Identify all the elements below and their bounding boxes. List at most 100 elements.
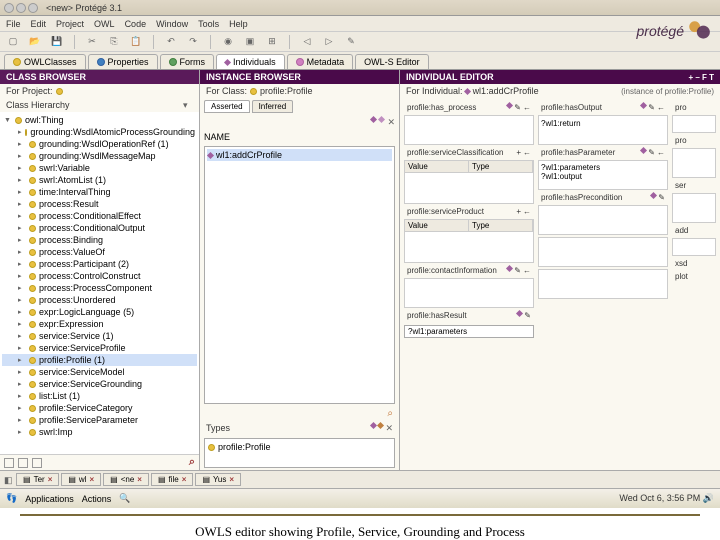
workspace-tab[interactable]: ▤file×	[151, 473, 193, 486]
copy-icon[interactable]: ⎘	[107, 35, 121, 49]
add-icon[interactable]	[640, 147, 647, 154]
search-icon[interactable]: ⌕	[387, 408, 393, 419]
workspace-tab[interactable]: ▤wl×	[61, 473, 101, 486]
type-item[interactable]: profile:Profile	[207, 441, 392, 453]
search-icon[interactable]: ⌕	[189, 456, 195, 469]
tab-asserted[interactable]: Asserted	[204, 100, 250, 113]
foot-icon[interactable]: 👣	[6, 493, 17, 504]
edit-icon[interactable]: ✎	[524, 311, 531, 320]
tool-icon[interactable]: ✎	[344, 35, 358, 49]
type-icon[interactable]	[377, 422, 384, 429]
tree-item[interactable]: ▸expr:LogicLanguage (5)	[2, 306, 197, 318]
tree-item[interactable]: ▸process:Participant (2)	[2, 258, 197, 270]
hierarchy-tool-icon[interactable]: ▾	[183, 100, 193, 110]
field-body[interactable]: ValueType	[404, 160, 534, 204]
undo-icon[interactable]: ↶	[164, 35, 178, 49]
tree-item[interactable]: ▸expr:Expression	[2, 318, 197, 330]
tree-item[interactable]: ▸grounding:WsdlOperationRef (1)	[2, 138, 197, 150]
tree-item[interactable]: ▸process:ConditionalOutput	[2, 222, 197, 234]
field-body[interactable]: ?wl1:return	[538, 115, 668, 145]
app-icon[interactable]: ◧	[4, 475, 14, 485]
workspace-tab[interactable]: ▤<ne×	[103, 473, 149, 486]
edit-icon[interactable]: ✎	[648, 148, 655, 157]
tree-item[interactable]: ▸service:ServiceModel	[2, 366, 197, 378]
window-control-icon[interactable]	[28, 3, 38, 13]
workspace-tab[interactable]: ▤Yus×	[195, 473, 241, 486]
tool-icon[interactable]	[18, 458, 28, 468]
workspace-tab[interactable]: ▤Ter×	[16, 473, 59, 486]
add-icon[interactable]	[506, 265, 513, 272]
tree-item[interactable]: ▸process:ControlConstruct	[2, 270, 197, 282]
tree-item[interactable]: ▸profile:Profile (1)	[2, 354, 197, 366]
add-icon[interactable]	[506, 102, 513, 109]
field-body[interactable]: ?wl1:parameters ?wl1:output	[538, 160, 668, 190]
tree-item[interactable]: ▸swrl:Variable	[2, 162, 197, 174]
tree-item[interactable]: ▸swrl:AtomList (1)	[2, 174, 197, 186]
taskbar-search-icon[interactable]: 🔍	[119, 493, 130, 504]
tab-forms[interactable]: Forms	[160, 54, 215, 69]
remove-icon[interactable]: ←	[657, 148, 665, 157]
remove-type-icon[interactable]: ✕	[385, 423, 393, 434]
taskbar-applications[interactable]: Applications	[25, 494, 74, 504]
edit-icon[interactable]: ✎	[514, 266, 521, 275]
tree-item[interactable]: ▸list:List (1)	[2, 390, 197, 402]
field-body[interactable]	[538, 237, 668, 267]
redo-icon[interactable]: ↷	[186, 35, 200, 49]
remove-icon[interactable]: ←	[523, 266, 531, 275]
tab-owlclasses[interactable]: OWLClasses	[4, 54, 86, 69]
forward-icon[interactable]: ▷	[322, 35, 336, 49]
add-icon[interactable]	[650, 192, 657, 199]
edit-icon[interactable]: ✎	[658, 193, 665, 202]
field-body[interactable]	[672, 115, 716, 133]
tree-item[interactable]: ▸process:ConditionalEffect	[2, 210, 197, 222]
add-icon[interactable]	[516, 310, 523, 317]
delete-instance-icon[interactable]: ✕	[387, 117, 395, 128]
field-body[interactable]	[672, 148, 716, 178]
tree-item[interactable]: ▸profile:ServiceCategory	[2, 402, 197, 414]
field-body[interactable]: ValueType	[404, 219, 534, 263]
field-body[interactable]	[672, 238, 716, 256]
tab-metadata[interactable]: Metadata	[287, 54, 354, 69]
add-icon[interactable]	[640, 102, 647, 109]
class-tree[interactable]: ▼ owl:Thing ▸grounding:WsdlAtomicProcess…	[0, 112, 199, 454]
field-body[interactable]	[404, 278, 534, 308]
window-control-icon[interactable]	[4, 3, 14, 13]
tree-item[interactable]: ▸process:Binding	[2, 234, 197, 246]
remove-icon[interactable]: ←	[657, 103, 665, 112]
tree-item[interactable]: ▸swrl:Imp	[2, 426, 197, 438]
tool-icon[interactable]: ◉	[221, 35, 235, 49]
add-icon[interactable]: +	[516, 207, 521, 216]
add-icon[interactable]: +	[516, 148, 521, 157]
types-list[interactable]: profile:Profile	[204, 438, 395, 468]
tab-owlseditor[interactable]: OWL-S Editor	[355, 54, 429, 69]
tree-item[interactable]: ▸grounding:WsdlAtomicProcessGrounding	[2, 126, 197, 138]
cut-icon[interactable]: ✂	[85, 35, 99, 49]
tool-icon[interactable]: ▣	[243, 35, 257, 49]
remove-icon[interactable]: ←	[523, 103, 531, 112]
edit-icon[interactable]: ✎	[514, 103, 521, 112]
window-control-icon[interactable]	[16, 3, 26, 13]
menu-edit[interactable]: Edit	[31, 19, 47, 29]
menu-project[interactable]: Project	[56, 19, 84, 29]
field-body[interactable]	[404, 115, 534, 145]
menu-file[interactable]: File	[6, 19, 21, 29]
menu-window[interactable]: Window	[156, 19, 188, 29]
taskbar-actions[interactable]: Actions	[82, 494, 112, 504]
tree-item[interactable]: ▸profile:ServiceParameter	[2, 414, 197, 426]
inline-params-input[interactable]: ?wl1:parameters	[404, 325, 534, 338]
field-body[interactable]	[538, 269, 668, 299]
paste-icon[interactable]: 📋	[129, 35, 143, 49]
instance-item[interactable]: wl1:addCrProfile	[207, 149, 392, 161]
tree-item[interactable]: ▸service:ServiceGrounding	[2, 378, 197, 390]
tree-root[interactable]: ▼ owl:Thing	[2, 114, 197, 126]
tree-item[interactable]: ▸service:ServiceProfile	[2, 342, 197, 354]
menu-help[interactable]: Help	[229, 19, 248, 29]
copy-instance-icon[interactable]	[378, 116, 385, 123]
tree-item[interactable]: ▸service:Service (1)	[2, 330, 197, 342]
save-icon[interactable]: 💾	[50, 35, 64, 49]
new-icon[interactable]: ▢	[6, 35, 20, 49]
tree-item[interactable]: ▸process:Result	[2, 198, 197, 210]
tab-individuals[interactable]: Individuals	[216, 54, 285, 69]
remove-icon[interactable]: ←	[523, 148, 531, 157]
tab-properties[interactable]: Properties	[88, 54, 158, 69]
